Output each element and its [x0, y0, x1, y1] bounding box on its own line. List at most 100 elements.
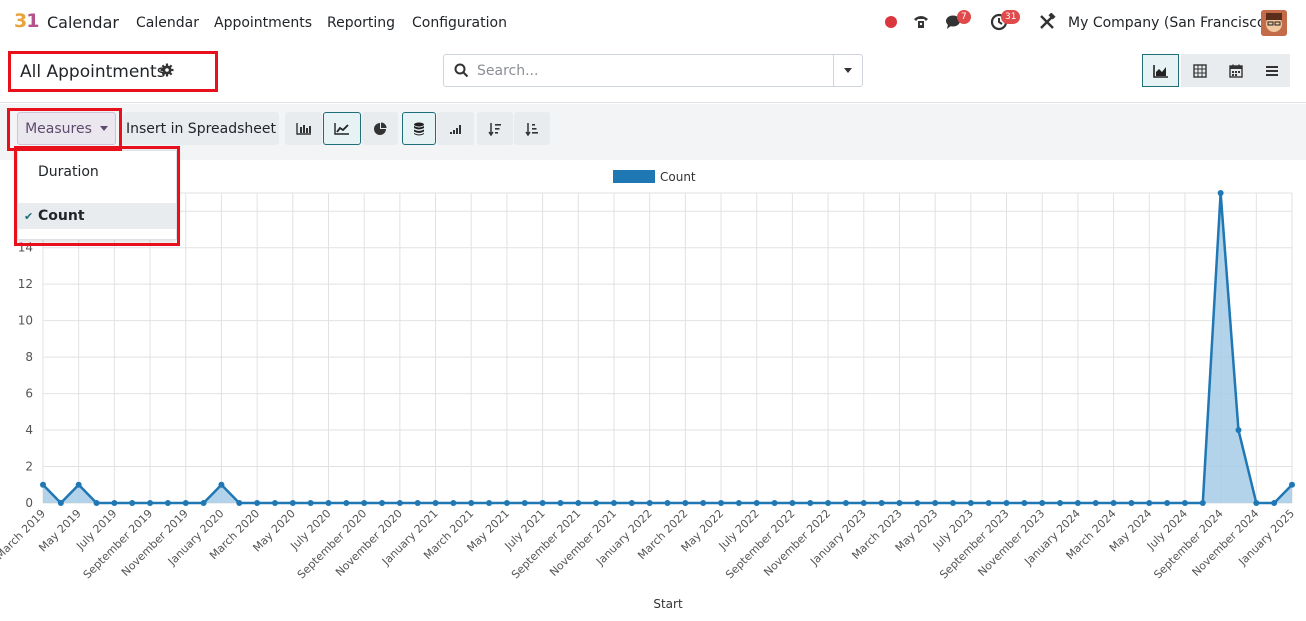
data-point: [289, 500, 296, 506]
measures-dropdown-button[interactable]: Measures: [17, 112, 116, 145]
recording-dot-icon[interactable]: [880, 11, 902, 33]
data-point: [361, 500, 368, 506]
y-tick-label: 14: [18, 241, 33, 255]
data-point: [1039, 500, 1046, 506]
phone-icon[interactable]: [910, 11, 932, 33]
data-point: [1074, 500, 1081, 506]
graph-chart: 0 2 4 6 8 10 12 14 March 2019 May 2019 July 2019 Se…: [0, 160, 1306, 617]
data-point: [914, 500, 921, 506]
data-point: [646, 500, 653, 506]
data-point: [1110, 500, 1117, 506]
data-point: [735, 500, 742, 506]
data-point: [967, 500, 974, 506]
data-point: [218, 481, 225, 488]
data-point: [932, 500, 939, 506]
data-point: [1217, 190, 1224, 196]
y-tick-label: 10: [18, 314, 33, 328]
tools-icon[interactable]: [1036, 11, 1058, 33]
data-point: [1199, 500, 1206, 506]
data-point: [111, 500, 118, 506]
graph-view-button[interactable]: [1142, 54, 1179, 87]
page-title: All Appointments: [20, 62, 166, 82]
data-point: [700, 500, 707, 506]
search-input[interactable]: [475, 55, 830, 86]
line-chart-icon: [334, 122, 349, 135]
bar-chart-button[interactable]: [285, 112, 322, 145]
data-point: [147, 500, 154, 506]
list-icon: [1265, 65, 1278, 76]
messages-badge: 7: [957, 10, 971, 24]
data-point: [307, 500, 314, 506]
insert-in-spreadsheet-button[interactable]: Insert in Spreadsheet: [123, 112, 279, 145]
pivot-view-button[interactable]: [1181, 54, 1218, 87]
measure-item-count[interactable]: ✔ Count: [18, 203, 176, 229]
calendar-view-button[interactable]: [1217, 54, 1254, 87]
data-point: [1271, 500, 1278, 506]
data-point: [985, 500, 992, 506]
stacked-toggle-button[interactable]: [402, 112, 436, 145]
logo-digit-3: 3: [14, 10, 27, 32]
calendar-app-logo[interactable]: 31: [14, 10, 40, 34]
bar-chart-icon: [295, 122, 311, 135]
measure-item-duration[interactable]: Duration: [18, 159, 176, 185]
menu-appointments[interactable]: Appointments: [214, 15, 312, 31]
menu-configuration[interactable]: Configuration: [412, 15, 507, 31]
search-options-toggle[interactable]: [833, 55, 862, 86]
data-point: [379, 500, 386, 506]
sort-descending-button[interactable]: [477, 112, 513, 145]
data-point: [539, 500, 546, 506]
control-panel: All Appointments: [0, 46, 1306, 103]
user-avatar[interactable]: [1261, 10, 1287, 36]
data-point: [753, 500, 760, 506]
data-point: [414, 500, 421, 506]
data-point: [789, 500, 796, 506]
data-point: [75, 481, 82, 488]
data-point: [432, 500, 439, 506]
data-point: [254, 500, 261, 506]
data-point: [860, 500, 867, 506]
data-point: [57, 500, 64, 506]
data-point: [450, 500, 457, 506]
data-point: [1021, 500, 1028, 506]
y-tick-label: 8: [25, 350, 33, 364]
data-point: [771, 500, 778, 506]
list-view-button[interactable]: [1253, 54, 1290, 87]
measure-item-label: Count: [38, 208, 85, 224]
area-chart: 02468101214March 2019May 2019July 2019Se…: [0, 170, 1297, 611]
data-point: [1092, 500, 1099, 506]
line-chart-button[interactable]: [323, 112, 361, 145]
cumulative-toggle-button[interactable]: [437, 112, 474, 145]
data-point: [825, 500, 832, 506]
database-icon: [414, 122, 424, 135]
logo-digit-1: 1: [26, 10, 39, 32]
data-point: [521, 500, 528, 506]
app-name[interactable]: Calendar: [47, 13, 119, 32]
y-tick-label: 12: [18, 277, 33, 291]
graph-toolbar: Measures Insert in Spreadsheet: [0, 104, 1306, 160]
pie-chart-button[interactable]: [362, 112, 398, 145]
data-point: [842, 500, 849, 506]
y-tick-label: 2: [25, 460, 33, 474]
y-tick-label: 0: [25, 496, 33, 510]
legend-swatch: [613, 170, 655, 183]
gear-icon[interactable]: [160, 63, 174, 81]
data-point: [343, 500, 350, 506]
data-point: [182, 500, 189, 506]
data-point: [1146, 500, 1153, 506]
sort-ascending-button[interactable]: [514, 112, 550, 145]
data-point: [236, 500, 243, 506]
data-point: [503, 500, 510, 506]
data-point: [896, 500, 903, 506]
data-point: [486, 500, 493, 506]
y-tick-label: 6: [25, 387, 33, 401]
menu-reporting[interactable]: Reporting: [327, 15, 395, 31]
company-switcher[interactable]: My Company (San Francisco): [1068, 15, 1271, 31]
data-point: [1253, 500, 1260, 506]
data-point: [1235, 427, 1242, 434]
data-point: [1003, 500, 1010, 506]
sort-ascending-icon: [525, 122, 538, 136]
menu-calendar[interactable]: Calendar: [136, 15, 199, 31]
data-point: [1289, 481, 1295, 488]
data-point: [593, 500, 600, 506]
data-point: [1181, 500, 1188, 506]
